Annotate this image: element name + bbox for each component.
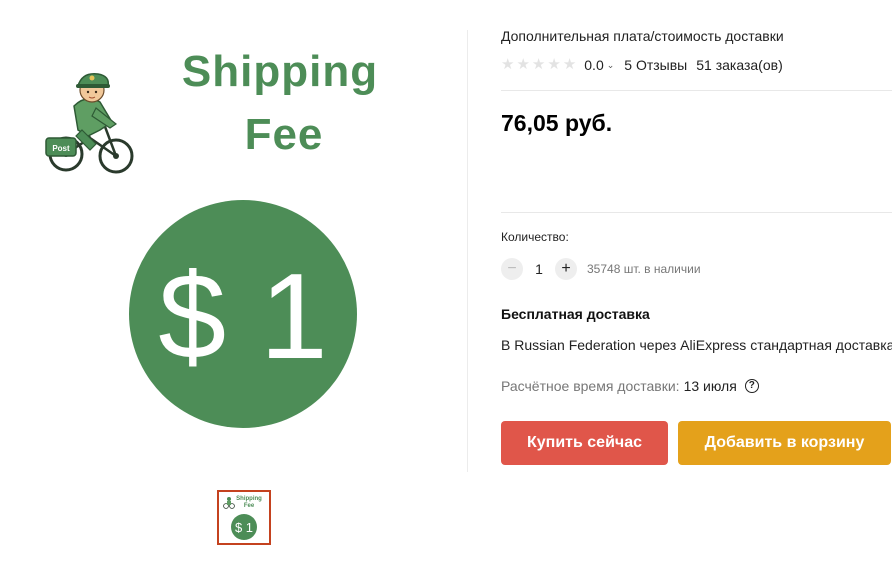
orders-count: 51 заказа(ов)	[696, 57, 783, 73]
rating-stars: ★ ★ ★ ★ ★	[501, 57, 576, 73]
star-icon: ★	[562, 56, 577, 73]
product-price: 76,05 руб.	[501, 110, 613, 136]
postman-bicycle-icon: Post	[45, 73, 134, 174]
quantity-value[interactable]: 1	[523, 261, 555, 277]
quantity-increase-button[interactable]: +	[555, 258, 577, 280]
gallery-divider	[467, 30, 468, 472]
rating-value: 0.0	[584, 57, 604, 73]
quantity-label: Количество:	[501, 230, 569, 244]
product-title: Дополнительная плата/стоимость доставки	[501, 28, 784, 44]
main-headline-line1: Shipping	[182, 47, 378, 96]
thumb-headline-line1: Shipping	[236, 496, 262, 502]
price-badge-text: $ 1	[158, 248, 328, 384]
thumb-postman-icon	[223, 497, 235, 509]
thumbnail-1[interactable]: Shipping Fee $ 1	[217, 490, 271, 545]
divider	[501, 212, 892, 213]
divider	[501, 90, 892, 91]
star-icon: ★	[547, 56, 561, 73]
main-product-image[interactable]: Shipping Fee Post $ 1	[26, 34, 436, 454]
thumb-badge-text: $ 1	[235, 520, 253, 535]
minus-icon: −	[507, 260, 517, 277]
main-headline-line2: Fee	[245, 110, 324, 159]
thumb-headline-line2: Fee	[244, 503, 255, 509]
delivery-time-row: Расчётное время доставки: 13 июля ?	[501, 378, 759, 394]
product-page: Shipping Fee Post $ 1 Shipping Fee $ 1 Д…	[0, 0, 892, 571]
rating-row: ★ ★ ★ ★ ★ 0.0 ⌄ 5 Отзывы 51 заказа(ов)	[501, 57, 783, 74]
chevron-down-icon: ⌄	[606, 59, 615, 70]
quantity-stepper: − 1 + 35748 шт. в наличии	[501, 258, 701, 280]
delivery-time-value: 13 июля	[683, 378, 737, 394]
plus-icon: +	[561, 260, 571, 277]
rating-value-dropdown[interactable]: 0.0 ⌄	[584, 57, 614, 73]
star-icon: ★	[516, 56, 530, 73]
star-icon: ★	[501, 56, 515, 73]
reviews-link[interactable]: 5 Отзывы	[624, 57, 687, 73]
add-to-cart-button[interactable]: Добавить в корзину	[678, 421, 891, 465]
quantity-decrease-button[interactable]: −	[501, 258, 523, 280]
shipping-description[interactable]: В Russian Federation через AliExpress ст…	[501, 337, 892, 353]
shipping-title: Бесплатная доставка	[501, 306, 650, 322]
post-bag-label: Post	[52, 144, 70, 153]
star-icon: ★	[531, 56, 546, 73]
buy-now-button[interactable]: Купить сейчас	[501, 421, 668, 465]
help-icon[interactable]: ?	[744, 379, 759, 393]
stock-available: 35748 шт. в наличии	[587, 262, 701, 276]
delivery-time-label: Расчётное время доставки:	[501, 378, 680, 394]
